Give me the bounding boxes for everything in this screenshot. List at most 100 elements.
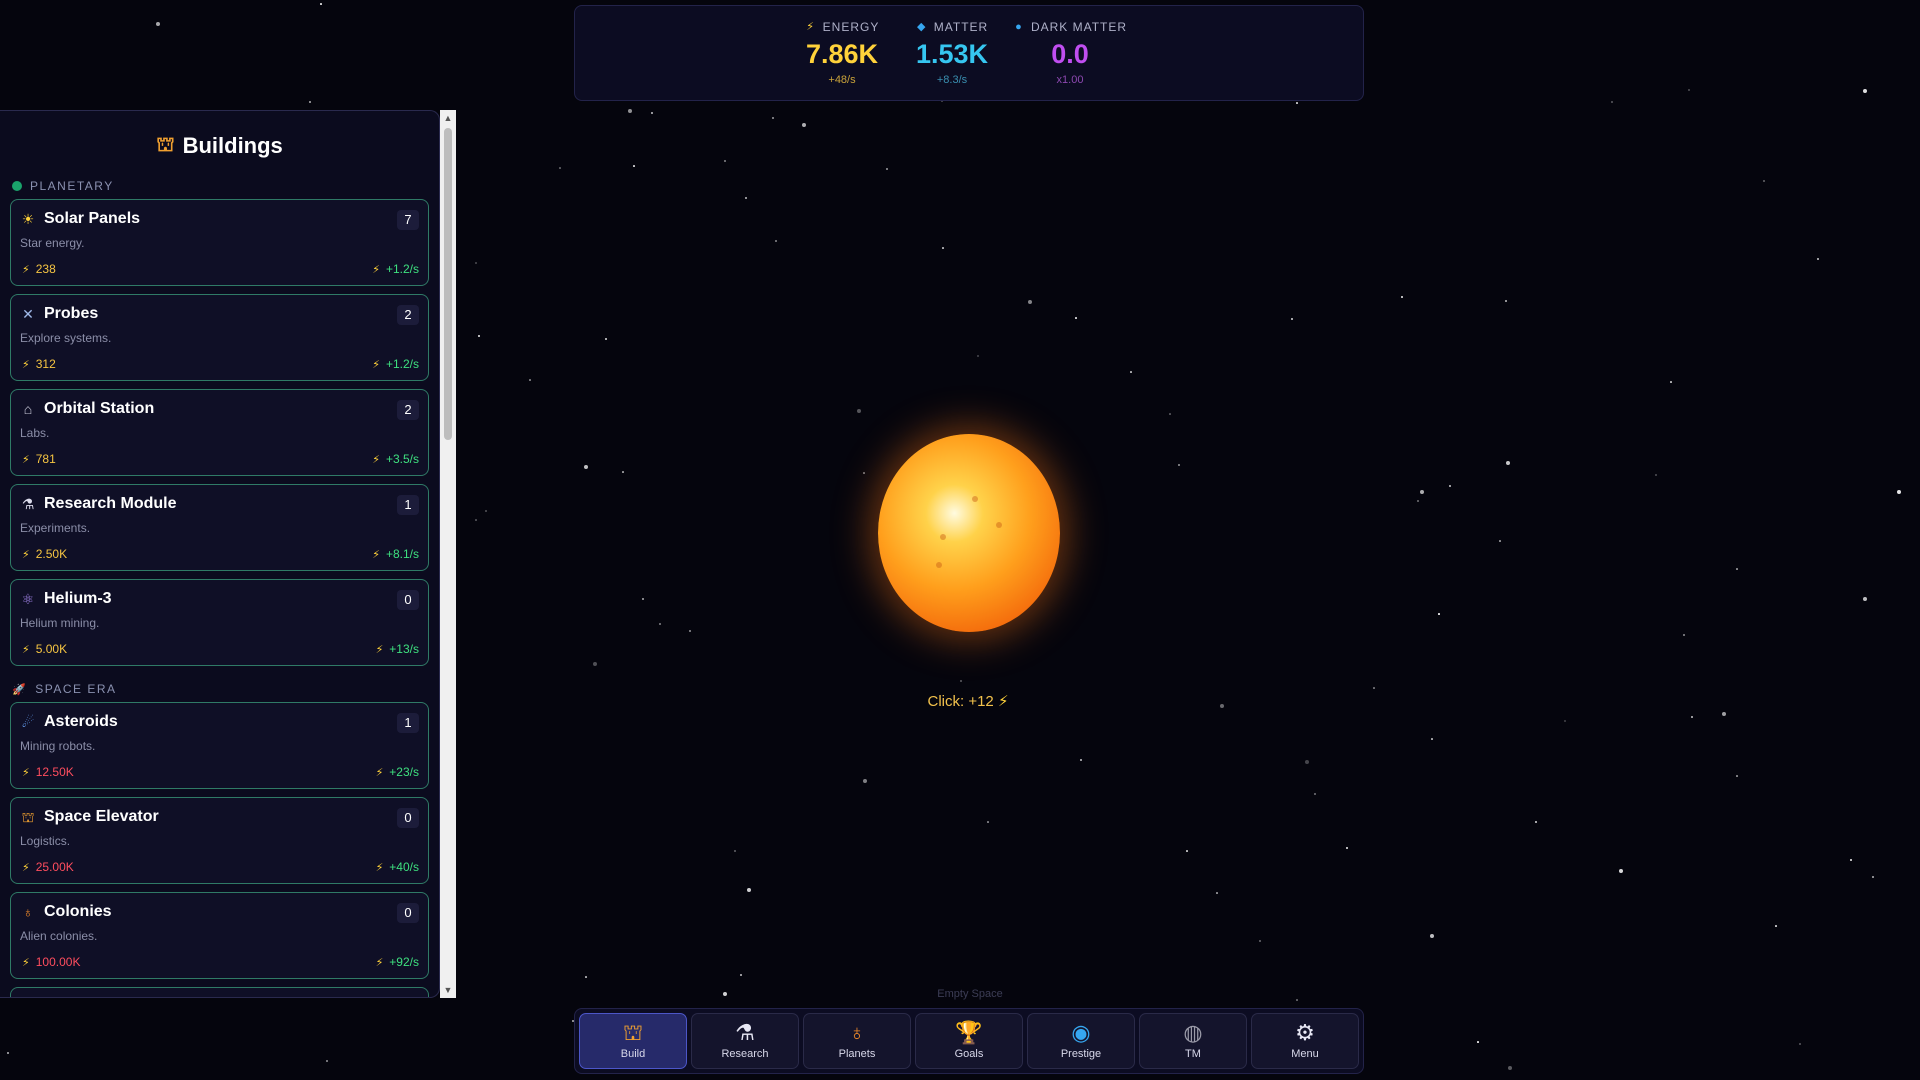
sun-icon: ☀ bbox=[21, 211, 35, 227]
building-card-probes[interactable]: ✕ Probes 2 Explore systems. ⚡ 312 ⚡ +1.2/s bbox=[10, 294, 429, 381]
lightning-icon: ⚡ bbox=[22, 956, 30, 969]
cost-value: 238 bbox=[35, 262, 56, 276]
section-label-planetary: PLANETARY bbox=[0, 171, 439, 199]
building-description: Experiments. bbox=[20, 521, 91, 535]
nav-menu-button[interactable]: ⚙ Menu bbox=[1251, 1013, 1359, 1069]
lightning-icon: ⚡ bbox=[375, 861, 384, 874]
nav-research-button[interactable]: ⚗ Research bbox=[691, 1013, 799, 1069]
building-description: Explore systems. bbox=[20, 331, 112, 345]
building-description: Star energy. bbox=[20, 236, 85, 250]
lightning-icon: ⚡ bbox=[997, 693, 1009, 710]
scroll-down-arrow[interactable]: ▼ bbox=[440, 982, 456, 998]
building-card-asteroids[interactable]: ☄ Asteroids 1 Mining robots. ⚡ 12.50K ⚡ +23/s bbox=[10, 702, 429, 789]
cost-value: 2.50K bbox=[35, 547, 68, 561]
crane-icon: ⛫ bbox=[156, 133, 175, 156]
dark-matter-multiplier: x1.00 bbox=[1056, 73, 1084, 86]
building-description: Labs. bbox=[20, 426, 50, 440]
section-label-space-era: 🚀 SPACE ERA bbox=[0, 674, 439, 702]
building-name: Space Elevator bbox=[44, 808, 159, 825]
building-production: ⚡ +1.2/s bbox=[372, 357, 419, 371]
building-card-helium-3[interactable]: ⚛ Helium-3 0 Helium mining. ⚡ 5.00K ⚡ +13/s bbox=[10, 579, 429, 666]
building-production: ⚡ +3.5/s bbox=[372, 452, 419, 466]
scroll-up-arrow[interactable]: ▲ bbox=[440, 110, 456, 126]
building-count: 0 bbox=[397, 590, 419, 610]
diamond-icon: ◆ bbox=[917, 21, 927, 33]
energy-label: ENERGY bbox=[822, 20, 880, 34]
panel-title: Buildings bbox=[182, 133, 283, 158]
scrollbar-thumb[interactable] bbox=[444, 128, 452, 440]
production-value: +13/s bbox=[389, 642, 419, 656]
nav-goals-button[interactable]: 🏆 Goals bbox=[915, 1013, 1023, 1069]
building-name: Solar Panels bbox=[44, 210, 141, 227]
nav-build-button[interactable]: ⛫ Build bbox=[579, 1013, 687, 1069]
dark-matter-resource: ● DARK MATTER 0.0 x1.00 bbox=[1004, 20, 1136, 86]
matter-rate: +8.3/s bbox=[936, 73, 968, 86]
cost-value: 781 bbox=[35, 452, 56, 466]
production-value: +1.2/s bbox=[385, 262, 419, 276]
building-cost: ⚡ 781 bbox=[22, 452, 56, 466]
building-card-research-module[interactable]: ⚗ Research Module 1 Experiments. ⚡ 2.50K ⚡ +8.1… bbox=[10, 484, 429, 571]
production-value: +8.1/s bbox=[385, 547, 419, 561]
trophy-icon: 🏆 bbox=[955, 1020, 983, 1045]
resource-bar: ⚡ ENERGY 7.86K +48/s ◆ MATTER 1.53K +8.3/s… bbox=[574, 5, 1364, 101]
production-value: +23/s bbox=[389, 765, 419, 779]
building-card-orbital-station[interactable]: ⌂ Orbital Station 2 Labs. ⚡ 781 ⚡ +3.5/s bbox=[10, 389, 429, 476]
building-production: ⚡ +92/s bbox=[376, 955, 419, 969]
building-production: ⚡ +13/s bbox=[376, 642, 419, 656]
building-sections: PLANETARY ☀ Solar Panels 7 Star energy. ⚡ 238 ⚡… bbox=[0, 171, 439, 997]
crane-icon: ⛫ bbox=[622, 1020, 644, 1045]
cost-value: 5.00K bbox=[35, 642, 68, 656]
ringed-planet-icon: ♁ bbox=[22, 904, 34, 920]
building-description: Mining robots. bbox=[20, 739, 96, 753]
building-cost: ⚡ 100.00K bbox=[22, 955, 80, 969]
nav-label: Prestige bbox=[1060, 1048, 1102, 1060]
cost-value: 25.00K bbox=[35, 860, 74, 874]
nav-prestige-button[interactable]: ◉ Prestige bbox=[1027, 1013, 1135, 1069]
building-cost: ⚡ 312 bbox=[22, 357, 56, 371]
gear-icon: ⚙ bbox=[1295, 1020, 1315, 1045]
lightning-icon: ⚡ bbox=[372, 548, 380, 561]
lightning-icon: ⚡ bbox=[22, 453, 30, 466]
clickable-sun[interactable] bbox=[878, 434, 1060, 632]
cost-value: 312 bbox=[35, 357, 56, 371]
building-card-colonies[interactable]: ♁ Colonies 0 Alien colonies. ⚡ 100.00K ⚡ +92/s bbox=[10, 892, 429, 979]
energy-resource: ⚡ ENERGY 7.86K +48/s bbox=[782, 20, 902, 86]
lightning-icon: ⚡ bbox=[22, 548, 30, 561]
building-card-solar-panels[interactable]: ☀ Solar Panels 7 Star energy. ⚡ 238 ⚡ +1.2/s bbox=[10, 199, 429, 286]
nav-label: Planets bbox=[838, 1048, 876, 1060]
ringed-planet-icon: ♁ bbox=[848, 1020, 866, 1045]
building-card-terraforming[interactable]: ●Terraforming0 bbox=[10, 987, 429, 997]
comet-icon: ☄ bbox=[21, 714, 35, 730]
lightning-icon: ⚡ bbox=[375, 643, 384, 656]
lightning-icon: ⚡ bbox=[22, 263, 30, 276]
microscope-icon: ⚗ bbox=[735, 1020, 755, 1045]
building-name: Asteroids bbox=[44, 713, 118, 730]
orb-icon: ◉ bbox=[1071, 1020, 1091, 1045]
nav-label: TM bbox=[1185, 1048, 1201, 1060]
bottom-navigation: ⛫ Build ⚗ Research ♁ Planets 🏆 Goals ◉ Prestige ◍ T… bbox=[574, 1008, 1364, 1074]
building-name: Helium-3 bbox=[44, 590, 112, 607]
cost-value: 12.50K bbox=[35, 765, 74, 779]
orb-icon: ● bbox=[1015, 21, 1023, 33]
energy-rate: +48/s bbox=[828, 73, 856, 86]
nav-label: Build bbox=[620, 1048, 646, 1060]
buildings-panel[interactable]: ⛫ Buildings PLANETARY ☀ Solar Panels 7 Star … bbox=[0, 110, 440, 998]
building-name: Research Module bbox=[44, 495, 177, 512]
nav-label: Menu bbox=[1291, 1048, 1319, 1060]
building-production: ⚡ +23/s bbox=[376, 765, 419, 779]
building-cost: ⚡ 5.00K bbox=[22, 642, 67, 656]
building-card-space-elevator[interactable]: ⛫ Space Elevator 0 Logistics. ⚡ 25.00K ⚡ +40/s bbox=[10, 797, 429, 884]
lightning-icon: ⚡ bbox=[22, 766, 30, 779]
building-description: Alien colonies. bbox=[20, 929, 98, 943]
building-count: 1 bbox=[397, 713, 419, 733]
building-cost: ⚡ 25.00K bbox=[22, 860, 74, 874]
lightning-icon: ⚡ bbox=[372, 358, 380, 371]
dark-matter-label: DARK MATTER bbox=[1030, 20, 1128, 34]
nav-tm-button[interactable]: ◍ TM bbox=[1139, 1013, 1247, 1069]
building-production: ⚡ +1.2/s bbox=[372, 262, 419, 276]
production-value: +92/s bbox=[389, 955, 419, 969]
nav-planets-button[interactable]: ♁ Planets bbox=[803, 1013, 911, 1069]
production-value: +3.5/s bbox=[385, 452, 419, 466]
satellite-icon: ✕ bbox=[22, 306, 34, 322]
production-value: +40/s bbox=[389, 860, 419, 874]
